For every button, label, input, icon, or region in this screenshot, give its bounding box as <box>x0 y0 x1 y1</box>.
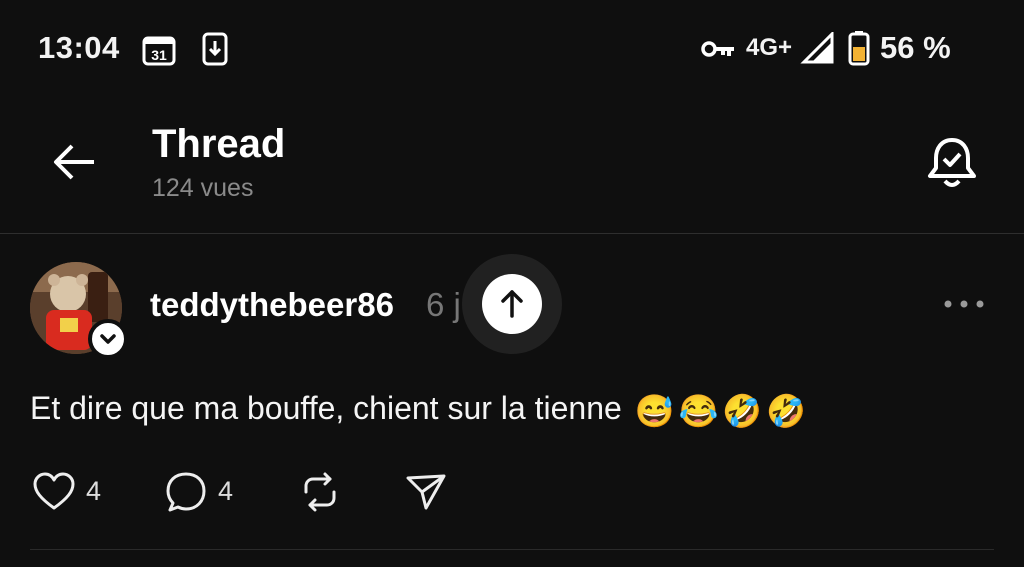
post-text: Et dire que ma bouffe, chient sur la tie… <box>30 390 622 426</box>
network-type: 4G+ <box>746 34 793 61</box>
follow-badge[interactable] <box>88 319 128 359</box>
calendar-icon: 31 <box>142 34 176 66</box>
emoji-sweat-smile: 😅 <box>634 392 675 429</box>
emoji-joy: 😂 <box>678 392 719 429</box>
page-title: Thread <box>152 122 286 166</box>
like-count: 4 <box>86 476 102 506</box>
battery-icon <box>848 30 870 66</box>
post-username[interactable]: teddythebeer86 <box>150 286 394 324</box>
download-icon <box>202 32 228 66</box>
chevron-down-icon <box>100 334 116 344</box>
post-age: 6 j <box>426 286 461 323</box>
bell-check-icon[interactable] <box>924 134 980 192</box>
send-icon[interactable] <box>404 470 448 514</box>
calendar-day: 31 <box>151 47 167 63</box>
back-arrow-icon[interactable] <box>52 142 98 182</box>
view-count: 124 vues <box>152 174 254 202</box>
reply-count: 4 <box>218 476 234 506</box>
status-time: 13:04 <box>38 30 120 65</box>
post-body: Et dire que ma bouffe, chient sur la tie… <box>30 390 806 430</box>
vpn-key-icon <box>700 38 736 60</box>
arrow-up-icon <box>501 290 523 318</box>
header-divider <box>0 233 1024 234</box>
reply-bubble-icon[interactable] <box>164 470 208 514</box>
more-icon[interactable] <box>942 296 986 312</box>
signal-icon <box>800 30 834 64</box>
repost-icon[interactable] <box>298 470 342 514</box>
post-divider <box>30 549 994 550</box>
scroll-to-top-button[interactable] <box>462 254 562 354</box>
emoji-rofl: 🤣 <box>766 392 807 429</box>
emoji-rofl: 🤣 <box>722 392 763 429</box>
heart-icon[interactable] <box>32 472 76 512</box>
battery-percentage: 56 % <box>880 30 951 65</box>
